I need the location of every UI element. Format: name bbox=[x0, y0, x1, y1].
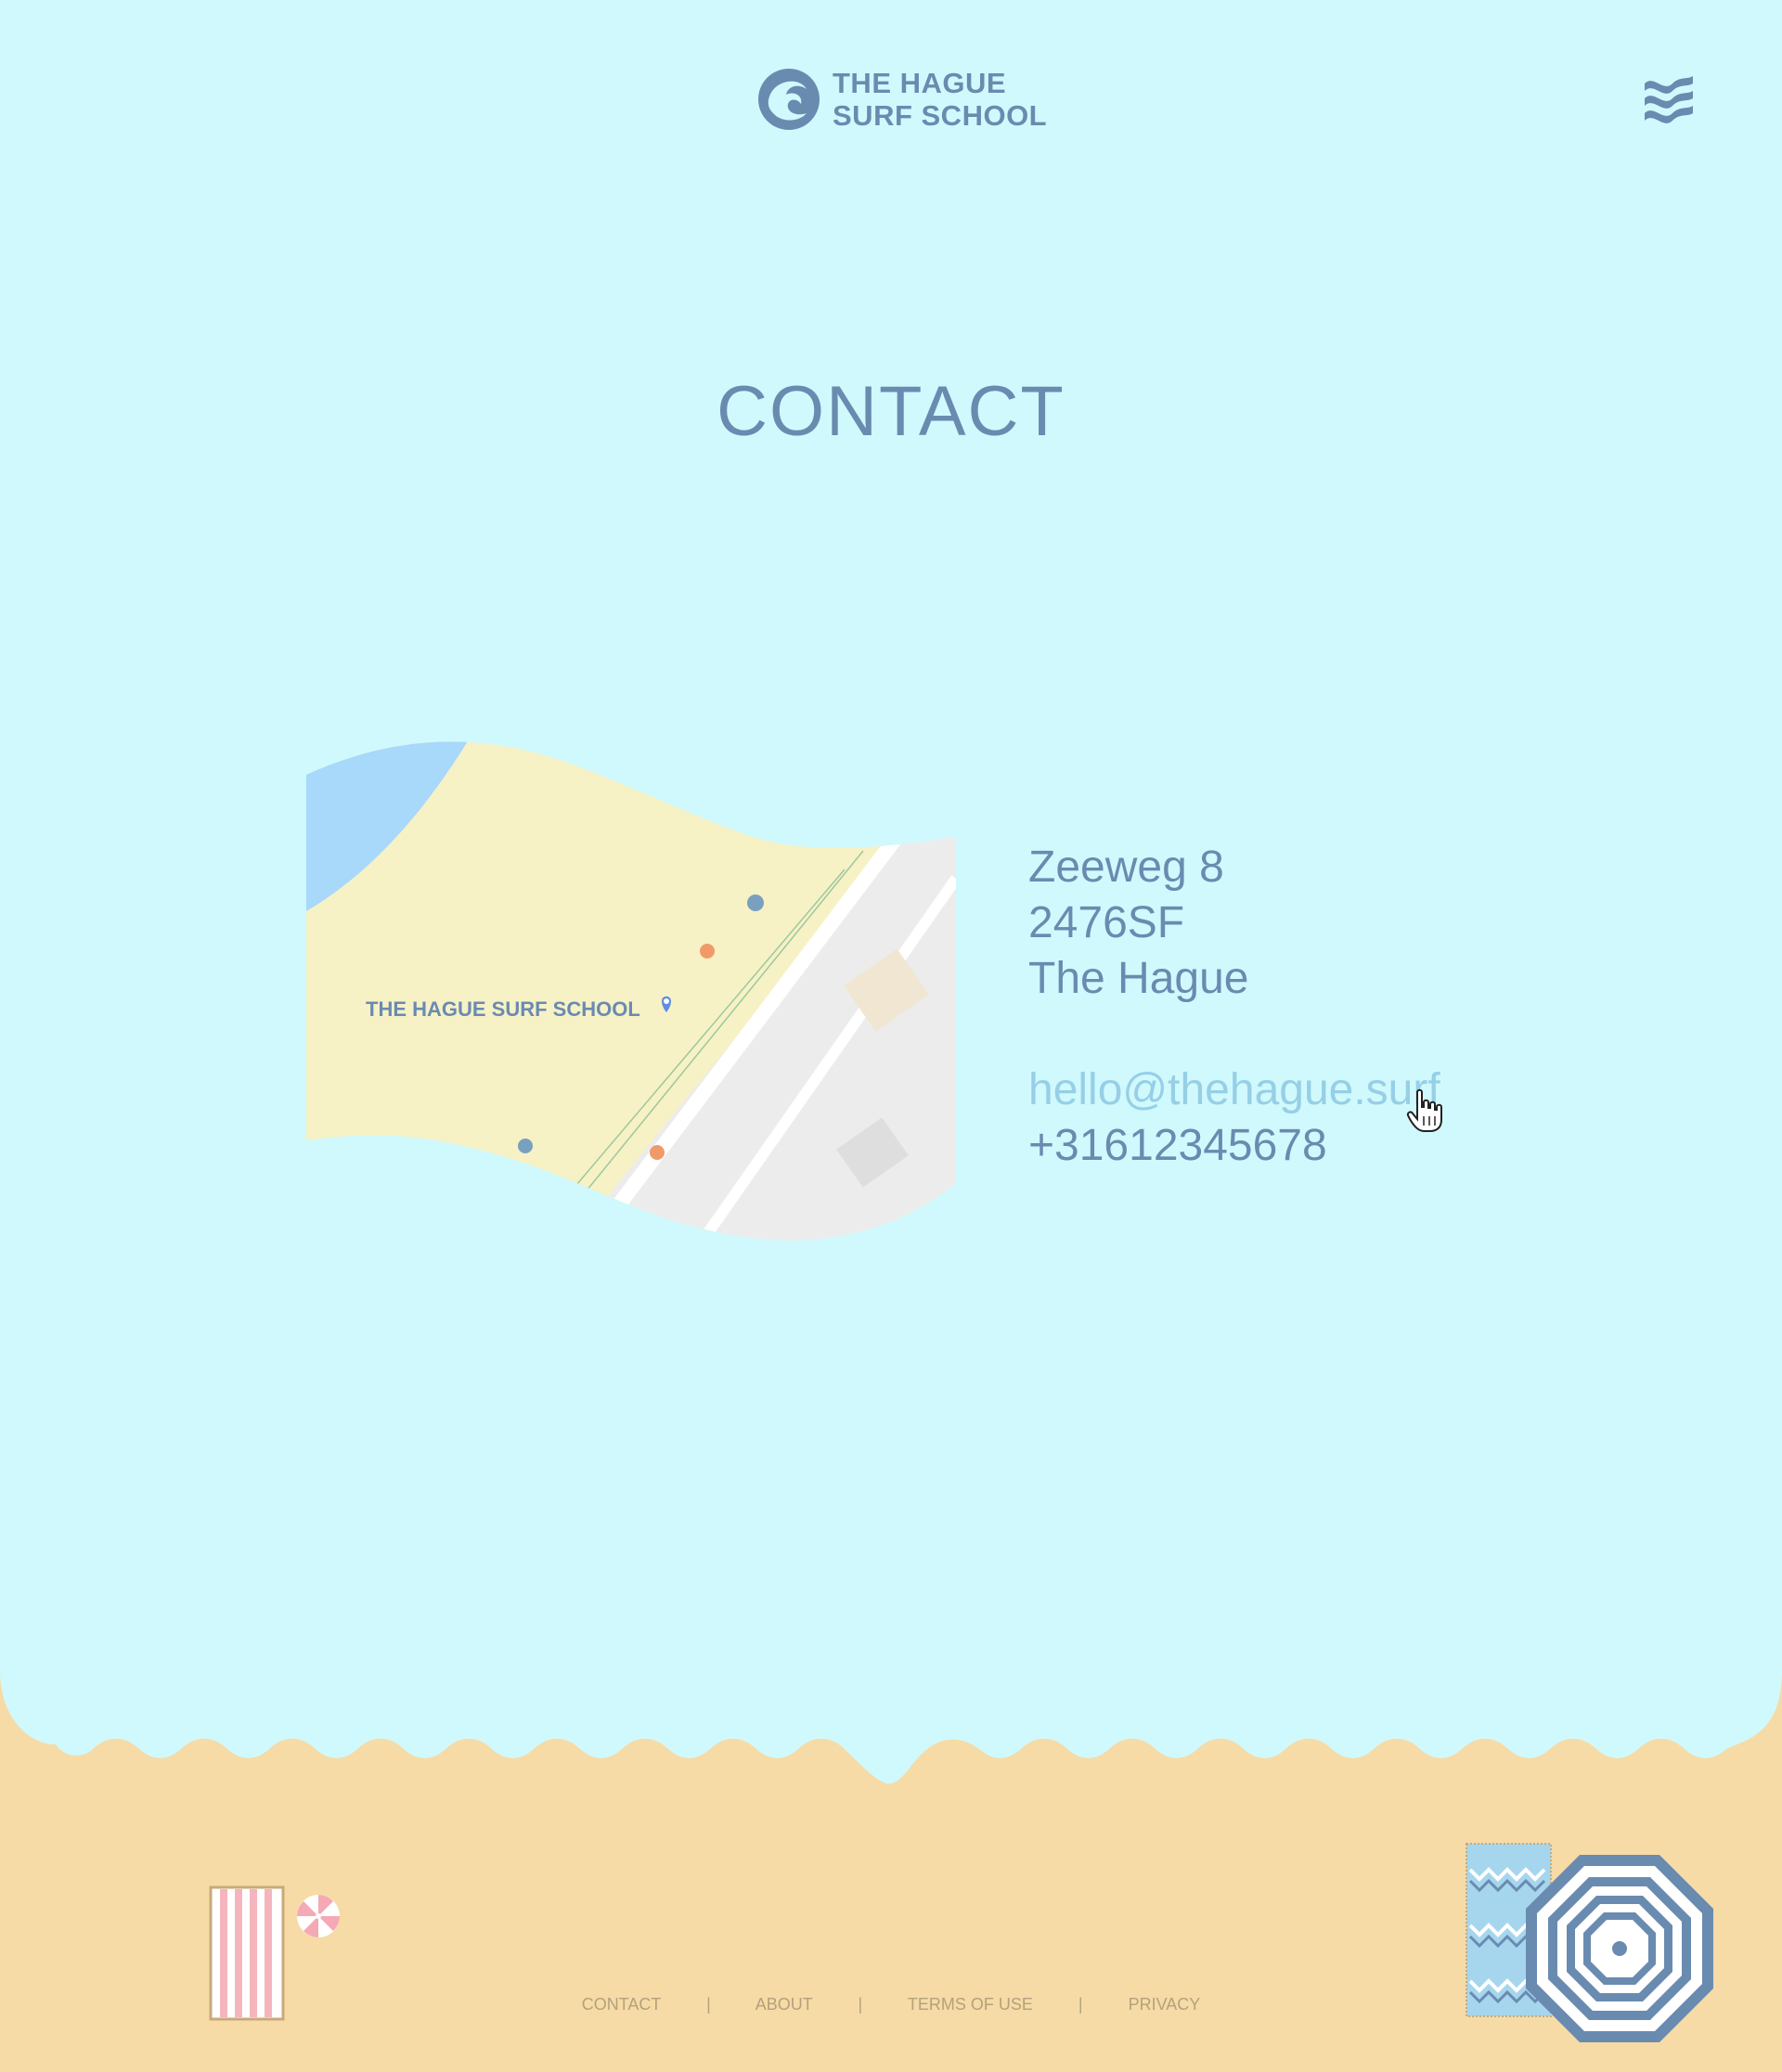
map-label: THE HAGUE SURF SCHOOL bbox=[366, 997, 640, 1021]
brand-line-2: SURF SCHOOL bbox=[833, 99, 1048, 132]
footer-separator: | bbox=[706, 1995, 711, 2014]
page-title: CONTACT bbox=[717, 372, 1065, 451]
waves-menu-icon bbox=[1645, 76, 1693, 123]
address-city: The Hague bbox=[1028, 954, 1249, 1003]
address-postcode: 2476SF bbox=[1028, 898, 1185, 947]
brand-name: THE HAGUE SURF SCHOOL bbox=[833, 67, 1047, 132]
hand-pointer-cursor-icon bbox=[1406, 1088, 1442, 1132]
address-street: Zeeweg 8 bbox=[1028, 843, 1224, 892]
location-map[interactable]: THE HAGUE SURF SCHOOL bbox=[306, 740, 956, 1250]
brand-line-1: THE HAGUE bbox=[833, 67, 1007, 99]
footer-separator: | bbox=[858, 1995, 863, 2014]
brand-logo[interactable]: THE HAGUE SURF SCHOOL bbox=[756, 67, 1047, 132]
footer-link-privacy[interactable]: PRIVACY bbox=[1129, 1995, 1201, 2014]
footer-nav: CONTACT | ABOUT | TERMS OF USE | PRIVACY bbox=[0, 1995, 1782, 2014]
contact-details: Zeeweg 8 2476SF The Hague hello@thehague… bbox=[1028, 840, 1440, 1174]
footer-link-terms[interactable]: TERMS OF USE bbox=[908, 1995, 1033, 2014]
footer-separator: | bbox=[1078, 1995, 1083, 2014]
site-header: THE HAGUE SURF SCHOOL bbox=[0, 0, 1782, 186]
email-link[interactable]: hello@thehague.surf bbox=[1028, 1062, 1440, 1118]
beach-umbrella-icon bbox=[1526, 1855, 1713, 2042]
footer-link-about[interactable]: ABOUT bbox=[755, 1995, 813, 2014]
wave-logo-icon bbox=[758, 69, 820, 130]
footer-link-contact[interactable]: CONTACT bbox=[582, 1995, 661, 2014]
beach-ball-icon bbox=[297, 1895, 340, 1937]
phone-link[interactable]: +31612345678 bbox=[1028, 1118, 1440, 1174]
menu-button[interactable] bbox=[1641, 71, 1697, 126]
